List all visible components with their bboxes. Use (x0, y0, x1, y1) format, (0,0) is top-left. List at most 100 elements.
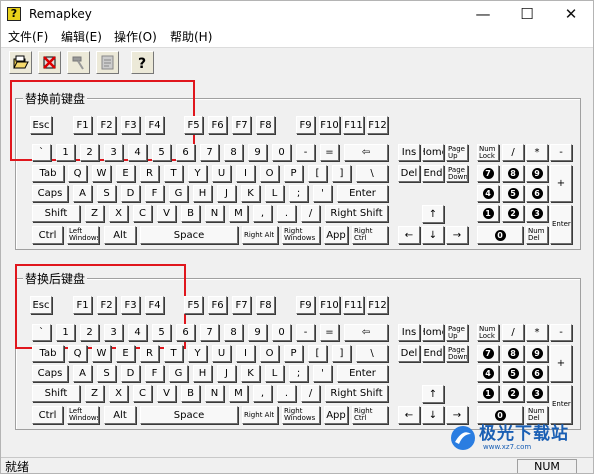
key-slash-after[interactable]: / (301, 385, 320, 402)
key-f8-after[interactable]: F8 (256, 296, 275, 314)
key-d1-after[interactable]: 1 (56, 324, 75, 341)
key-q-before[interactable]: Q (68, 165, 87, 182)
key-equal-after[interactable]: = (320, 324, 339, 341)
key-numlock-before[interactable]: Num Lock (477, 144, 499, 161)
key-n9-after[interactable]: 9 (526, 345, 548, 362)
menu-action[interactable]: 操作(O) (114, 29, 157, 45)
key-backtick-after[interactable]: ` (32, 324, 51, 341)
key-n9-before[interactable]: 9 (526, 165, 548, 182)
key-lalt-after[interactable]: Alt (104, 406, 136, 424)
key-q-after[interactable]: Q (68, 345, 87, 362)
key-d7-after[interactable]: 7 (200, 324, 219, 341)
key-s-before[interactable]: S (97, 185, 116, 202)
key-pgdn-after[interactable]: Page Down (446, 345, 468, 362)
menu-file[interactable]: 文件(F) (8, 29, 48, 45)
key-f4-before[interactable]: F4 (145, 116, 164, 134)
key-down-before[interactable]: ↓ (422, 226, 444, 244)
key-n8-after[interactable]: 8 (502, 345, 524, 362)
key-n7-before[interactable]: 7 (477, 165, 499, 182)
key-home-before[interactable]: Home (422, 144, 444, 161)
key-comma-before[interactable]: , (253, 205, 272, 222)
key-e-before[interactable]: E (116, 165, 135, 182)
key-b-before[interactable]: B (181, 205, 200, 222)
key-lbracket-before[interactable]: [ (308, 165, 327, 182)
key-n2-after[interactable]: 2 (502, 385, 524, 402)
key-enter-after[interactable]: Enter (337, 365, 388, 382)
key-app-before[interactable]: App (324, 226, 348, 244)
key-n5-before[interactable]: 5 (502, 185, 524, 202)
key-lwin-after[interactable]: Left Windows (67, 406, 99, 424)
key-nsub-before[interactable]: - (550, 144, 572, 161)
key-d6-before[interactable]: 6 (176, 144, 195, 161)
key-b-after[interactable]: B (181, 385, 200, 402)
key-n6-after[interactable]: 6 (526, 365, 548, 382)
key-d9-after[interactable]: 9 (248, 324, 267, 341)
key-f10-before[interactable]: F10 (319, 116, 340, 134)
key-g-after[interactable]: G (169, 365, 188, 382)
key-f12-before[interactable]: F12 (367, 116, 388, 134)
key-caps-after[interactable]: Caps (32, 365, 68, 382)
key-end-after[interactable]: End (422, 345, 444, 362)
key-g-before[interactable]: G (169, 185, 188, 202)
key-e-after[interactable]: E (116, 345, 135, 362)
key-l-after[interactable]: L (265, 365, 284, 382)
key-semicolon-before[interactable]: ; (289, 185, 308, 202)
key-backtick-before[interactable]: ` (32, 144, 51, 161)
key-n-after[interactable]: N (205, 385, 224, 402)
menu-edit[interactable]: 编辑(E) (61, 29, 102, 45)
key-nmul-before[interactable]: * (526, 144, 548, 161)
key-k-before[interactable]: K (241, 185, 260, 202)
key-quote-before[interactable]: ' (313, 185, 332, 202)
key-d1-before[interactable]: 1 (56, 144, 75, 161)
key-d0-after[interactable]: 0 (272, 324, 291, 341)
key-h-after[interactable]: H (193, 365, 212, 382)
key-d-after[interactable]: D (121, 365, 140, 382)
toolbar-hammer-button[interactable] (67, 51, 90, 74)
key-d5-after[interactable]: 5 (152, 324, 171, 341)
key-lwin-before[interactable]: Left Windows (67, 226, 99, 244)
key-ndiv-after[interactable]: / (502, 324, 524, 341)
key-left-before[interactable]: ← (398, 226, 420, 244)
key-nadd-before[interactable]: + (550, 165, 572, 202)
key-d2-after[interactable]: 2 (80, 324, 99, 341)
key-f12-after[interactable]: F12 (367, 296, 388, 314)
key-home-after[interactable]: Home (422, 324, 444, 341)
key-p-after[interactable]: P (284, 345, 303, 362)
key-backspace-after[interactable]: ⇦ (344, 324, 388, 341)
key-equal-before[interactable]: = (320, 144, 339, 161)
key-r-after[interactable]: R (140, 345, 159, 362)
key-nmul-after[interactable]: * (526, 324, 548, 341)
key-left-after[interactable]: ← (398, 406, 420, 424)
key-z-before[interactable]: Z (85, 205, 104, 222)
key-end-before[interactable]: End (422, 165, 444, 182)
key-ins-before[interactable]: Ins (398, 144, 420, 161)
key-n3-before[interactable]: 3 (526, 205, 548, 222)
key-lbracket-after[interactable]: [ (308, 345, 327, 362)
key-f-after[interactable]: F (145, 365, 164, 382)
maximize-button[interactable]: ☐ (505, 1, 549, 27)
key-f8-before[interactable]: F8 (256, 116, 275, 134)
key-r-before[interactable]: R (140, 165, 159, 182)
key-quote-after[interactable]: ' (313, 365, 332, 382)
key-n4-before[interactable]: 4 (477, 185, 499, 202)
key-lctrl-after[interactable]: Ctrl (32, 406, 63, 424)
key-d4-after[interactable]: 4 (128, 324, 147, 341)
key-numlock-after[interactable]: Num Lock (477, 324, 499, 341)
key-d4-before[interactable]: 4 (128, 144, 147, 161)
key-z-after[interactable]: Z (85, 385, 104, 402)
key-f10-after[interactable]: F10 (319, 296, 340, 314)
key-backspace-before[interactable]: ⇦ (344, 144, 388, 161)
key-n6-before[interactable]: 6 (526, 185, 548, 202)
key-f7-before[interactable]: F7 (232, 116, 251, 134)
key-k-after[interactable]: K (241, 365, 260, 382)
key-rbracket-before[interactable]: ] (332, 165, 351, 182)
key-i-before[interactable]: I (236, 165, 255, 182)
key-pgup-before[interactable]: Page Up (446, 144, 468, 161)
key-x-after[interactable]: X (109, 385, 128, 402)
key-minus-after[interactable]: - (296, 324, 315, 341)
key-comma-after[interactable]: , (253, 385, 272, 402)
key-j-after[interactable]: J (217, 365, 236, 382)
key-t-before[interactable]: T (164, 165, 183, 182)
key-n4-after[interactable]: 4 (477, 365, 499, 382)
key-nenter-before[interactable]: Enter (550, 205, 572, 244)
